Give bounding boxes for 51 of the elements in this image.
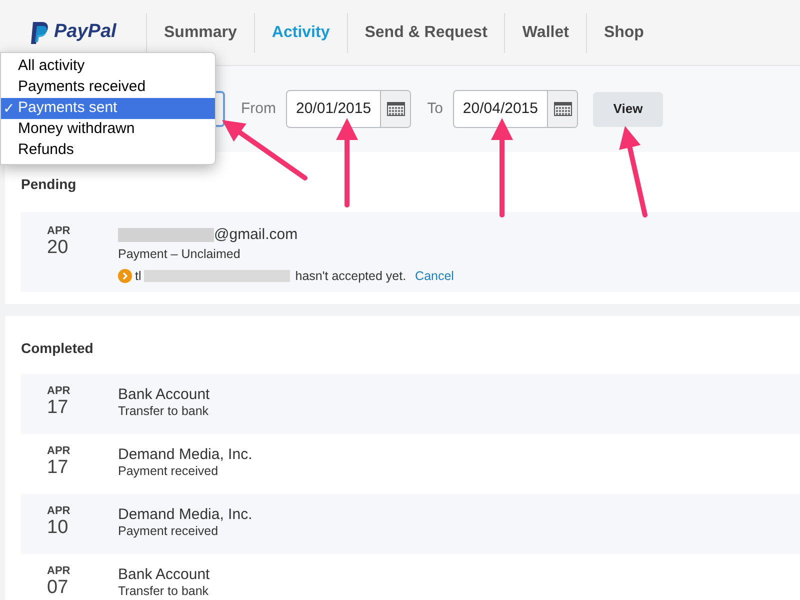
from-label: From: [241, 98, 276, 119]
nav-tab[interactable]: Wallet: [504, 12, 586, 52]
calendar-button[interactable]: [547, 91, 577, 127]
nav-tab[interactable]: Send & Request: [346, 12, 504, 52]
logo-icon: [30, 20, 50, 44]
logo-text: PayPal: [54, 20, 116, 44]
date-day: 17: [47, 397, 118, 418]
view-button[interactable]: View: [593, 92, 663, 126]
date-day: 10: [47, 517, 118, 538]
nav-tab[interactable]: Shop: [586, 12, 661, 52]
calendar-icon: [386, 102, 405, 116]
date-field[interactable]: 20/04/2015: [452, 90, 578, 128]
activity-row[interactable]: APR 20 @gmail.com Payment – Unclaimed tl hasn't accepted yet. Cancel: [21, 212, 800, 292]
activity-row[interactable]: APR 17 Bank Account Transfer to bank: [21, 374, 800, 434]
payment-type: Payment received: [118, 524, 220, 539]
menu-item[interactable]: Payments received: [1, 77, 215, 98]
menu-item[interactable]: All activity: [1, 56, 215, 77]
check-mark: ✓: [3, 99, 15, 118]
notice-text: hasn't accepted yet.: [295, 268, 406, 285]
notice-start: tl: [135, 268, 142, 285]
date-value: 20/01/2015: [295, 98, 372, 119]
date-month: APR: [47, 385, 72, 397]
section-title: Completed: [21, 339, 94, 358]
menu-item[interactable]: Money withdrawn: [1, 119, 215, 140]
payee-name: Bank Account: [118, 566, 210, 584]
chevron-icon: [118, 269, 132, 284]
payment-status: Payment – Unclaimed: [118, 246, 242, 263]
cancel-link[interactable]: Cancel: [415, 266, 454, 286]
payment-type: Transfer to bank: [118, 584, 210, 599]
date-day: 20: [47, 237, 118, 259]
payment-type: Payment received: [118, 464, 220, 479]
payee-name: Bank Account: [118, 386, 210, 404]
activity-row[interactable]: APR 10 Demand Media, Inc. Payment received: [21, 494, 800, 554]
payee-name: Demand Media, Inc.: [118, 446, 252, 464]
date-month: APR: [47, 505, 72, 517]
menu-item[interactable]: Refunds: [1, 140, 215, 161]
payment-type: Transfer to bank: [118, 404, 210, 419]
date-month: APR: [47, 565, 72, 577]
date-month: APR: [47, 225, 72, 237]
menu-item[interactable]: ✓ Payments sent: [1, 98, 215, 119]
to-label: To: [427, 98, 443, 119]
calendar-icon: [554, 102, 572, 116]
email-text: @gmail.com: [214, 226, 298, 244]
date-value: 20/04/2015: [462, 98, 539, 119]
calendar-button[interactable]: [380, 91, 410, 127]
date-field[interactable]: 20/01/2015: [286, 90, 412, 128]
date-day: 17: [47, 457, 118, 478]
date-day: 07: [47, 577, 118, 598]
payee-name: Demand Media, Inc.: [118, 506, 252, 524]
date-month: APR: [47, 445, 72, 457]
section-title: Pending: [21, 175, 78, 194]
